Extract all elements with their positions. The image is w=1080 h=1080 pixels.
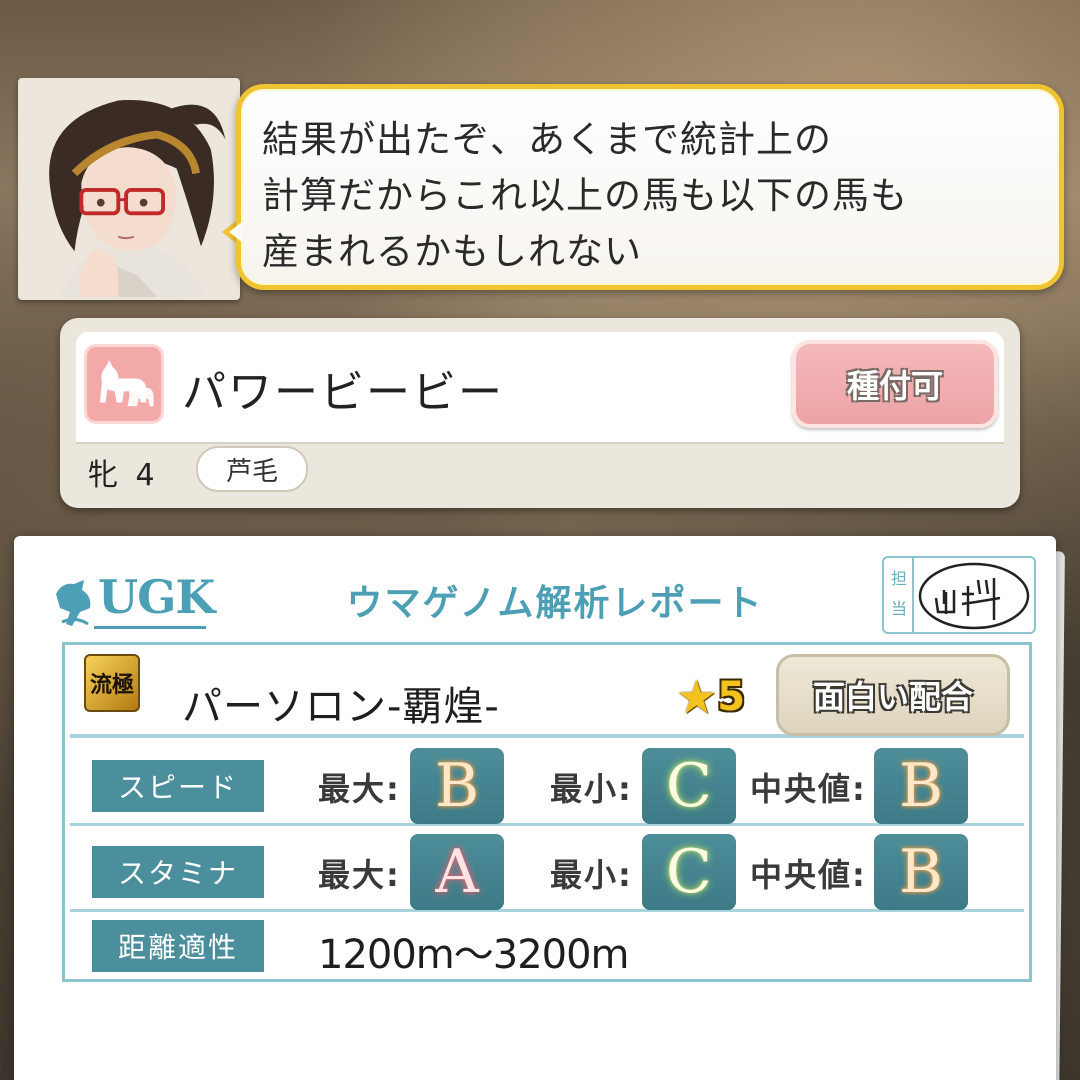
sire-lineage-icon: 流極 <box>84 654 140 712</box>
speed-max-grade: B <box>410 748 504 824</box>
horse-sex-age: 牝 4 <box>88 450 159 494</box>
breed-available-label: 種付可 <box>846 367 943 405</box>
horse-card: パワービービー 種付可 牝 4 芦毛 <box>60 318 1020 508</box>
rating-value: 5 <box>717 674 746 720</box>
stamina-min-grade: C <box>642 834 736 910</box>
stamina-median-key: 中央値: <box>750 856 867 894</box>
report-title: ウマゲノム解析レポート <box>346 583 764 624</box>
speech-bubble-tail-inner <box>229 221 243 243</box>
pairing-evaluation-badge: 面白い配合 <box>776 654 1010 736</box>
stamina-max-key: 最大: <box>318 856 401 894</box>
stamina-max-grade: A <box>410 834 504 910</box>
character-portrait <box>18 78 240 300</box>
speed-median-grade: B <box>874 748 968 824</box>
speed-min-key: 最小: <box>550 770 633 808</box>
stamina-median-grade: B <box>874 834 968 910</box>
stamp-box: 担当 <box>882 556 1036 634</box>
star-icon: ★ <box>676 670 718 724</box>
signature-stamp-icon <box>918 562 1030 630</box>
character-avatar <box>21 81 237 297</box>
speed-max-key: 最大: <box>318 770 401 808</box>
pairing-row: 流極 パーソロン-覇煌- ★ 5 面白い配合 <box>70 650 1024 738</box>
stamp-label: 担当 <box>890 569 907 618</box>
ugk-underline <box>94 626 206 629</box>
horse-sex: 牝 <box>88 458 122 493</box>
mare-foal-icon <box>84 344 164 424</box>
ugk-logo-text: UGK <box>98 570 215 624</box>
speed-median-key: 中央値: <box>750 770 867 808</box>
distance-value: 1200m〜3200m <box>318 932 630 978</box>
sire-name: パーソロン-覇煌- <box>182 684 500 730</box>
speed-min-grade: C <box>642 748 736 824</box>
horse-name: パワービービー <box>182 367 504 418</box>
stamina-row: スタミナ 最大: A 最小: C 中央値: B <box>70 828 1024 912</box>
distance-row: 距離適性 1200m〜3200m <box>70 912 1024 978</box>
speed-row: スピード 最大: B 最小: C 中央値: B <box>70 742 1024 826</box>
distance-label: 距離適性 <box>92 920 264 972</box>
horse-coat-tag: 芦毛 <box>196 446 308 492</box>
horse-card-header: パワービービー 種付可 <box>76 332 1004 444</box>
horse-age: 4 <box>135 458 159 493</box>
stamina-min-key: 最小: <box>550 856 633 894</box>
rating: ★ 5 <box>676 670 746 724</box>
stamina-label: スタミナ <box>92 846 264 898</box>
dialog-line: 計算だからこれ以上の馬も以下の馬も <box>262 174 908 217</box>
breed-available-button[interactable]: 種付可 <box>792 340 998 428</box>
dialog-line: 結果が出たぞ、あくまで統計上の <box>262 118 832 161</box>
dialog-text: 結果が出たぞ、あくまで統計上の 計算だからこれ以上の馬も以下の馬も 産まれるかも… <box>262 112 1042 280</box>
dialog-line: 産まれるかもしれない <box>262 230 642 273</box>
horse-card-details: 牝 4 芦毛 <box>76 446 1004 494</box>
speed-label: スピード <box>92 760 264 812</box>
